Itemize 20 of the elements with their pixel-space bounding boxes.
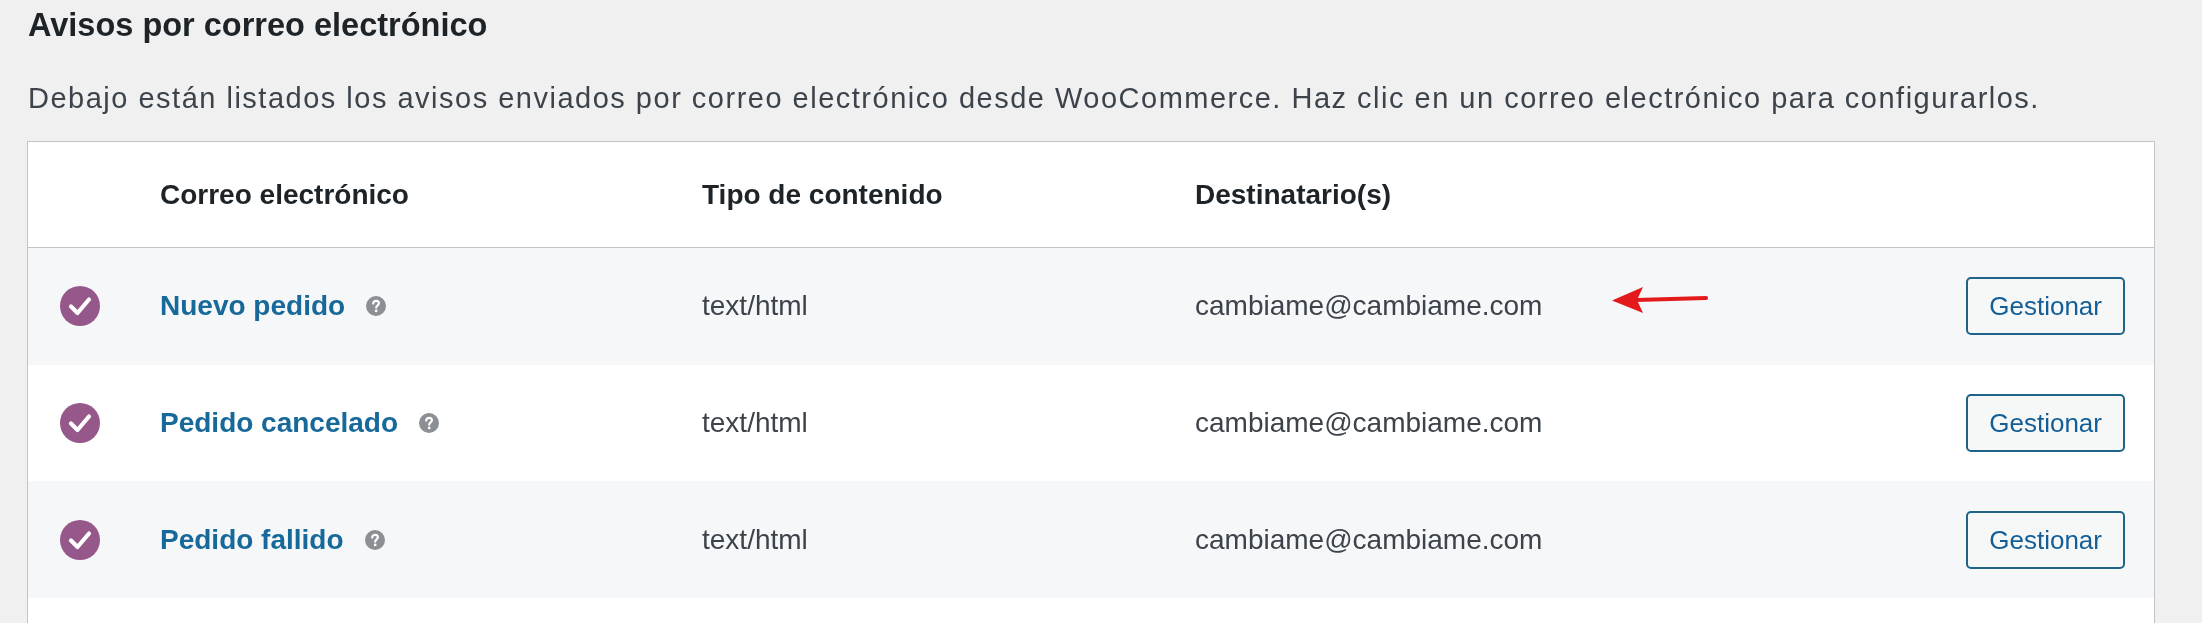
column-header: Destinatario(s)	[1195, 178, 1392, 211]
table-cell: cambiame@cambiame.com	[1195, 523, 1543, 556]
page-title: Avisos por correo electrónico	[28, 6, 488, 44]
table-cell: cambiame@cambiame.com	[1195, 290, 1543, 323]
manage-button[interactable]: Gestionar	[1966, 277, 2125, 336]
page-description: Debajo están listados los avisos enviados por correo electrónico desde WooCommerce. Haz clic en un correo electrónico para configurarlos.	[28, 81, 2040, 115]
email-name-link[interactable]: Pedido cancelado	[160, 407, 399, 440]
email-name-link[interactable]: Pedido fallido	[160, 523, 344, 556]
table-cell: text/html	[702, 407, 808, 440]
column-header: Correo electrónico	[160, 178, 409, 211]
table-cell: cambiame@cambiame.com	[1195, 407, 1543, 440]
manage-button[interactable]: Gestionar	[1966, 510, 2125, 569]
help-icon	[366, 296, 387, 317]
manage-button[interactable]: Gestionar	[1966, 394, 2125, 453]
column-header: Tipo de contenido	[702, 178, 943, 211]
table-cell: text/html	[702, 523, 808, 556]
help-icon	[419, 413, 440, 434]
email-name-link[interactable]: Nuevo pedido	[160, 290, 346, 323]
help-icon	[364, 529, 385, 550]
table-cell: text/html	[702, 290, 808, 323]
